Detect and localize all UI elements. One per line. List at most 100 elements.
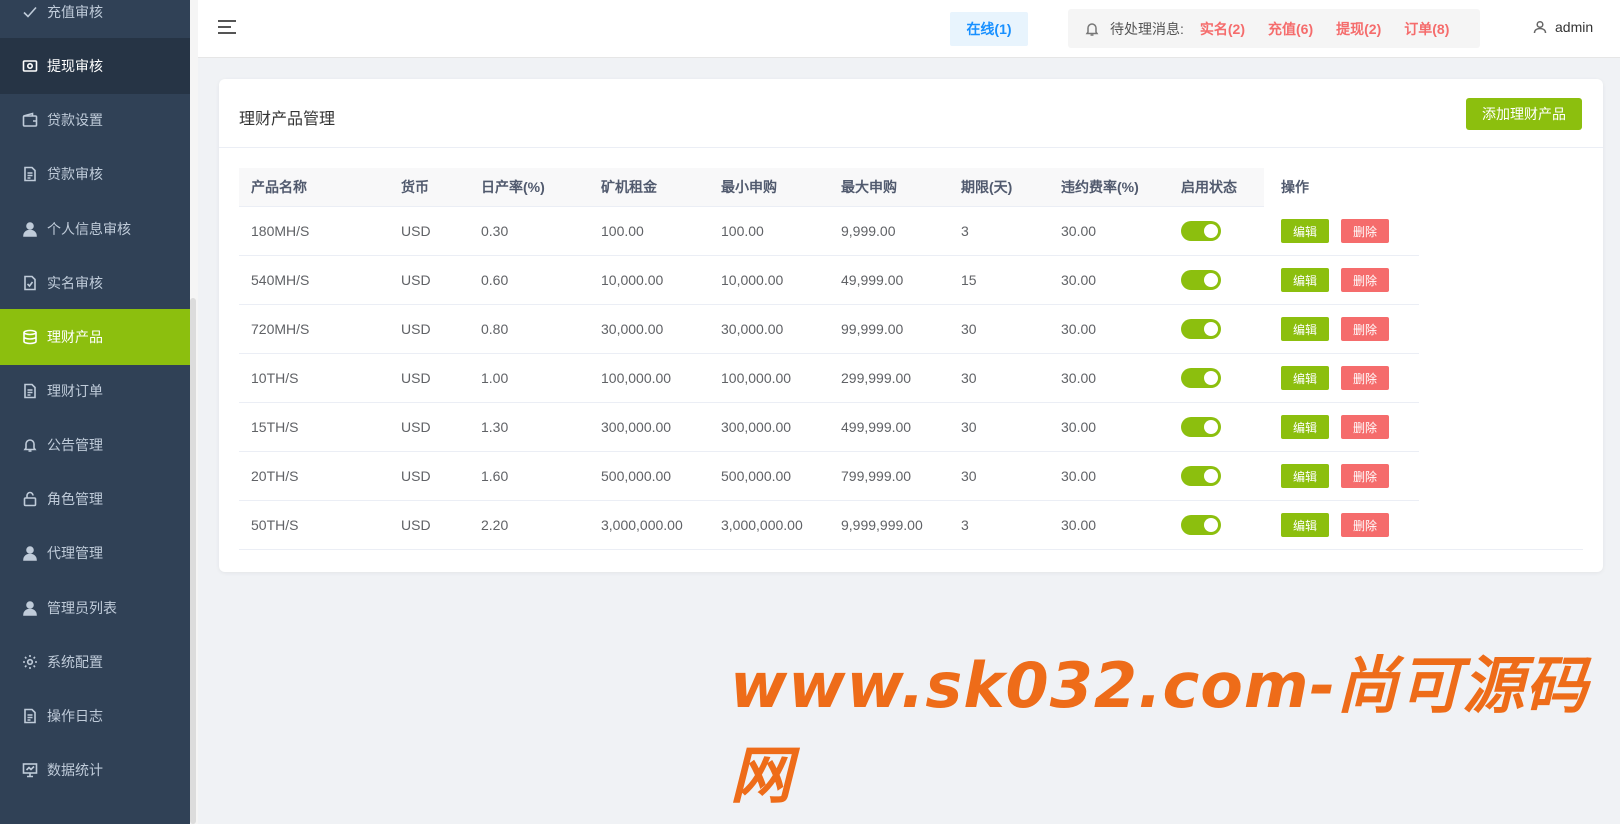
edit-button[interactable]: 编辑 [1281, 513, 1329, 537]
delete-button[interactable]: 删除 [1341, 464, 1389, 488]
online-count-badge[interactable]: 在线(1) [950, 12, 1028, 46]
sidebar-item-7[interactable]: 理财订单 [0, 363, 190, 419]
username: admin [1555, 19, 1594, 35]
table-cell: 30,000.00 [601, 321, 664, 337]
sidebar-item-label: 理财产品 [47, 329, 103, 345]
database-icon [22, 329, 38, 345]
table-cell: USD [401, 419, 431, 435]
notice-order-link[interactable]: 订单(8) [1404, 19, 1449, 39]
column-header: 操作 [1281, 179, 1309, 195]
table-cell: 1.30 [481, 419, 509, 435]
sidebar-item-10[interactable]: 代理管理 [0, 525, 190, 581]
table-cell: 3 [961, 223, 969, 239]
table-cell: 300,000.00 [721, 419, 792, 435]
status-toggle[interactable] [1181, 368, 1221, 388]
sidebar-item-label: 公告管理 [47, 437, 103, 453]
sidebar-item-6[interactable]: 理财产品 [0, 309, 190, 365]
table-cell: 299,999.00 [841, 370, 912, 386]
sidebar-item-4[interactable]: 个人信息审核 [0, 201, 190, 257]
table-cell: 9,999.00 [841, 223, 896, 239]
edit-button[interactable]: 编辑 [1281, 464, 1329, 488]
user-menu[interactable]: admin [1533, 19, 1593, 35]
table-cell: USD [401, 223, 431, 239]
table-row: 50TH/S USD 2.20 3,000,000.00 3,000,000.00 9,9… [239, 501, 1583, 550]
table-cell: 100.00 [601, 223, 644, 239]
table-cell: 30 [961, 468, 977, 484]
table-cell: 180MH/S [251, 223, 310, 239]
notice-realname-link[interactable]: 实名(2) [1200, 19, 1245, 39]
table-cell: 100,000.00 [721, 370, 792, 386]
edit-button[interactable]: 编辑 [1281, 317, 1329, 341]
sidebar-item-14[interactable]: 数据统计 [0, 742, 190, 798]
delete-button[interactable]: 删除 [1341, 268, 1389, 292]
sidebar-item-label: 提现审核 [47, 58, 103, 74]
delete-button[interactable]: 删除 [1341, 513, 1389, 537]
wallet-icon [22, 112, 38, 128]
sidebar-item-1[interactable]: 提现审核 [0, 38, 190, 94]
notice-label: 待处理消息: [1110, 20, 1184, 37]
table-cell: 30.00 [1061, 321, 1097, 337]
table-cell: 1.60 [481, 468, 509, 484]
menu-toggle-icon[interactable] [218, 20, 236, 36]
sidebar-item-2[interactable]: 贷款设置 [0, 92, 190, 148]
column-header: 矿机租金 [601, 179, 657, 195]
table-cell: USD [401, 321, 431, 337]
table-cell: 0.30 [481, 223, 509, 239]
table-cell: USD [401, 370, 431, 386]
status-toggle[interactable] [1181, 417, 1221, 437]
document-icon [22, 708, 38, 724]
delete-button[interactable]: 删除 [1341, 415, 1389, 439]
notice-withdraw-link[interactable]: 提现(2) [1336, 19, 1381, 39]
edit-button[interactable]: 编辑 [1281, 415, 1329, 439]
bell-icon [1084, 21, 1100, 37]
document-icon [22, 166, 38, 182]
status-toggle[interactable] [1181, 466, 1221, 486]
gear-icon [22, 654, 38, 670]
document-check-icon [22, 275, 38, 291]
delete-button[interactable]: 删除 [1341, 219, 1389, 243]
delete-button[interactable]: 删除 [1341, 317, 1389, 341]
column-header: 产品名称 [251, 179, 307, 195]
table-cell: 30 [961, 321, 977, 337]
bell-icon [22, 437, 38, 453]
sidebar-item-12[interactable]: 系统配置 [0, 634, 190, 690]
status-toggle[interactable] [1181, 319, 1221, 339]
sidebar-item-5[interactable]: 实名审核 [0, 255, 190, 311]
edit-button[interactable]: 编辑 [1281, 268, 1329, 292]
add-product-button[interactable]: 添加理财产品 [1466, 98, 1582, 130]
table-cell: 499,999.00 [841, 419, 912, 435]
edit-button[interactable]: 编辑 [1281, 366, 1329, 390]
sidebar-scrollbar-thumb[interactable] [190, 298, 196, 824]
sidebar-item-label: 角色管理 [47, 491, 103, 507]
pending-notices: 待处理消息: 实名(2) 充值(6) 提现(2) 订单(8) [1068, 9, 1480, 48]
sidebar-item-8[interactable]: 公告管理 [0, 417, 190, 473]
sidebar-item-label: 数据统计 [47, 762, 103, 778]
table-row: 180MH/S USD 0.30 100.00 100.00 9,999.00 3 30.00… [239, 207, 1419, 256]
table-cell: 720MH/S [251, 321, 310, 337]
table-cell: 0.60 [481, 272, 509, 288]
sidebar-item-label: 系统配置 [47, 654, 103, 670]
table-cell: 10,000.00 [601, 272, 664, 288]
column-header: 日产率(%) [481, 179, 545, 195]
sidebar-item-label: 个人信息审核 [47, 221, 131, 237]
sidebar-item-label: 管理员列表 [47, 600, 117, 616]
delete-button[interactable]: 删除 [1341, 366, 1389, 390]
table-cell: 3 [961, 517, 969, 533]
status-toggle[interactable] [1181, 270, 1221, 290]
sidebar-item-11[interactable]: 管理员列表 [0, 580, 190, 636]
sidebar-item-label: 理财订单 [47, 383, 103, 399]
table-cell: 100,000.00 [601, 370, 672, 386]
sidebar-scrollbar[interactable] [190, 0, 198, 824]
column-header: 启用状态 [1181, 179, 1237, 195]
status-toggle[interactable] [1181, 221, 1221, 241]
table-cell: 30.00 [1061, 272, 1097, 288]
sidebar-item-3[interactable]: 贷款审核 [0, 146, 190, 202]
sidebar-item-0[interactable]: 充值审核 [0, 0, 190, 40]
edit-button[interactable]: 编辑 [1281, 219, 1329, 243]
notice-recharge-link[interactable]: 充值(6) [1268, 19, 1313, 39]
table-cell: USD [401, 517, 431, 533]
sidebar-item-13[interactable]: 操作日志 [0, 688, 190, 744]
sidebar-item-9[interactable]: 角色管理 [0, 471, 190, 527]
status-toggle[interactable] [1181, 515, 1221, 535]
table-cell: 30 [961, 370, 977, 386]
